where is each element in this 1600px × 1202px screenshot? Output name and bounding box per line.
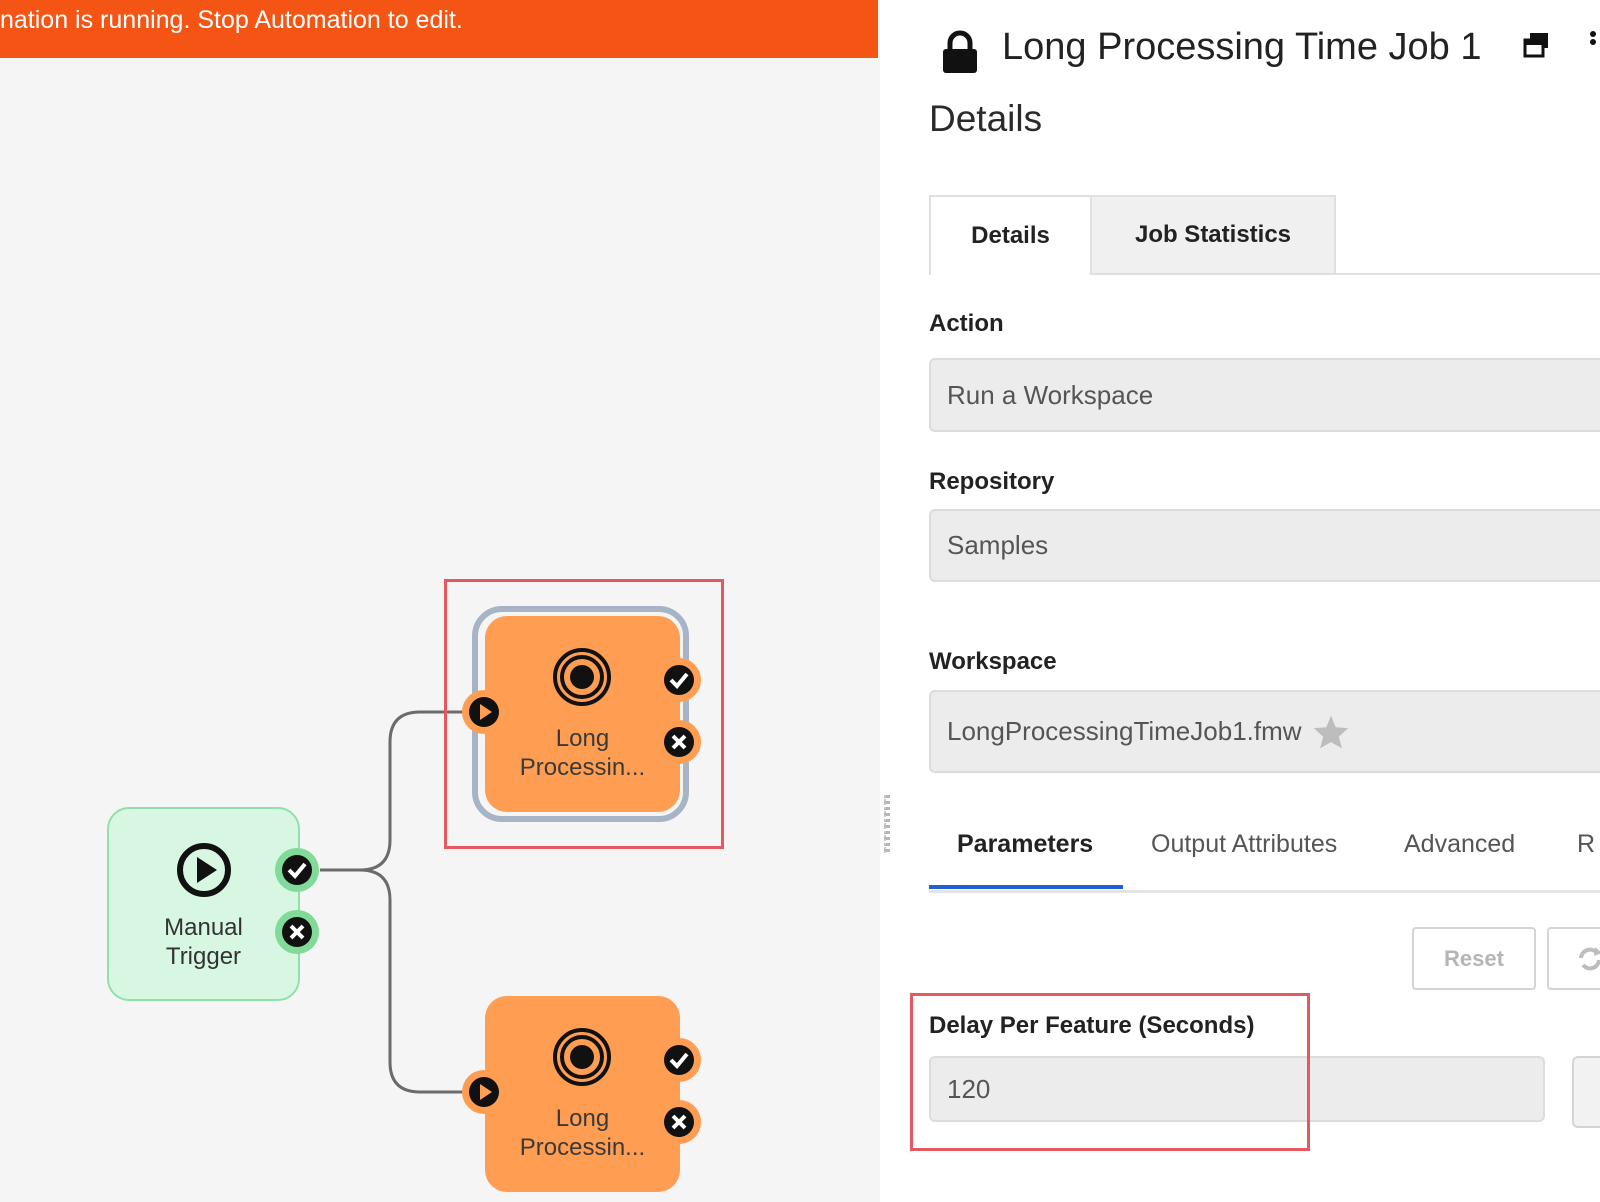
subtab-advanced[interactable]: Advanced	[1404, 830, 1515, 859]
play-circle-icon	[177, 843, 231, 897]
panel-subheading: Details	[929, 98, 1043, 139]
target-icon	[553, 1028, 611, 1086]
job2-input-port[interactable]	[462, 1070, 506, 1114]
check-icon	[664, 665, 694, 695]
check-icon	[664, 1045, 694, 1075]
repository-value: Samples	[947, 530, 1049, 560]
workflow-canvas[interactable]: nation is running. Stop Automation to ed…	[0, 0, 880, 1202]
job1-label-line1: Long	[555, 725, 610, 752]
job2-failure-port[interactable]	[657, 1100, 701, 1144]
workspace-field[interactable]: LongProcessingTimeJob1.fmw	[929, 690, 1600, 773]
workspace-label: Workspace	[929, 648, 1057, 675]
star-icon[interactable]	[1312, 714, 1350, 750]
subtab-parameters[interactable]: Parameters	[957, 830, 1093, 859]
subtab-truncated[interactable]: R	[1577, 830, 1595, 859]
workspace-value: LongProcessingTimeJob1.fmw	[947, 716, 1302, 746]
trigger-success-port[interactable]	[275, 848, 319, 892]
close-circle-icon	[282, 917, 312, 947]
job2-label-line2: Processin...	[519, 1134, 646, 1161]
node-connectors	[320, 710, 470, 1094]
close-circle-icon	[664, 727, 694, 757]
parameter-subtabs: Parameters Output Attributes Advanced R	[929, 820, 1600, 893]
trigger-failure-port[interactable]	[275, 910, 319, 954]
lock-icon	[943, 30, 977, 73]
parameter-options-button[interactable]	[1572, 1056, 1600, 1128]
trigger-label-line2: Trigger	[165, 943, 242, 970]
job1-input-port[interactable]	[462, 690, 506, 734]
target-icon	[553, 648, 611, 706]
job2-label-line1: Long	[555, 1105, 610, 1132]
parameter-selection-highlight	[910, 993, 1310, 1151]
popout-icon[interactable]	[1522, 30, 1552, 60]
action-label: Action	[929, 310, 1004, 337]
job2-success-port[interactable]	[657, 1038, 701, 1082]
play-port-icon	[469, 697, 499, 727]
connector-to-job2	[359, 868, 470, 1094]
action-field[interactable]: Run a Workspace	[929, 358, 1600, 432]
reset-button[interactable]: Reset	[1412, 927, 1536, 990]
job1-failure-port[interactable]	[657, 720, 701, 764]
manual-trigger-node[interactable]: Manual Trigger	[107, 807, 300, 1001]
long-processing-job1-node[interactable]: Long Processin...	[485, 616, 680, 812]
long-processing-job2-node[interactable]: Long Processin...	[485, 996, 680, 1192]
tabs-divider	[1336, 273, 1600, 275]
repository-field[interactable]: Samples	[929, 509, 1600, 582]
panel-resize-handle[interactable]	[884, 795, 890, 853]
more-options-icon[interactable]	[1588, 30, 1598, 54]
repository-label: Repository	[929, 468, 1055, 495]
tab-job-statistics[interactable]: Job Statistics	[1092, 195, 1336, 275]
play-port-icon	[469, 1077, 499, 1107]
subtab-output-attributes[interactable]: Output Attributes	[1151, 830, 1337, 859]
active-subtab-underline	[929, 885, 1123, 889]
panel-title: Long Processing Time Job 1	[1002, 26, 1482, 68]
refresh-button[interactable]	[1547, 927, 1600, 990]
job1-label-line2: Processin...	[519, 754, 646, 781]
trigger-label-line1: Manual	[164, 914, 243, 941]
job1-success-port[interactable]	[657, 658, 701, 702]
refresh-icon	[1579, 946, 1600, 970]
action-value: Run a Workspace	[947, 379, 1154, 410]
close-circle-icon	[664, 1107, 694, 1137]
tab-details[interactable]: Details	[929, 195, 1092, 275]
check-icon	[282, 855, 312, 885]
